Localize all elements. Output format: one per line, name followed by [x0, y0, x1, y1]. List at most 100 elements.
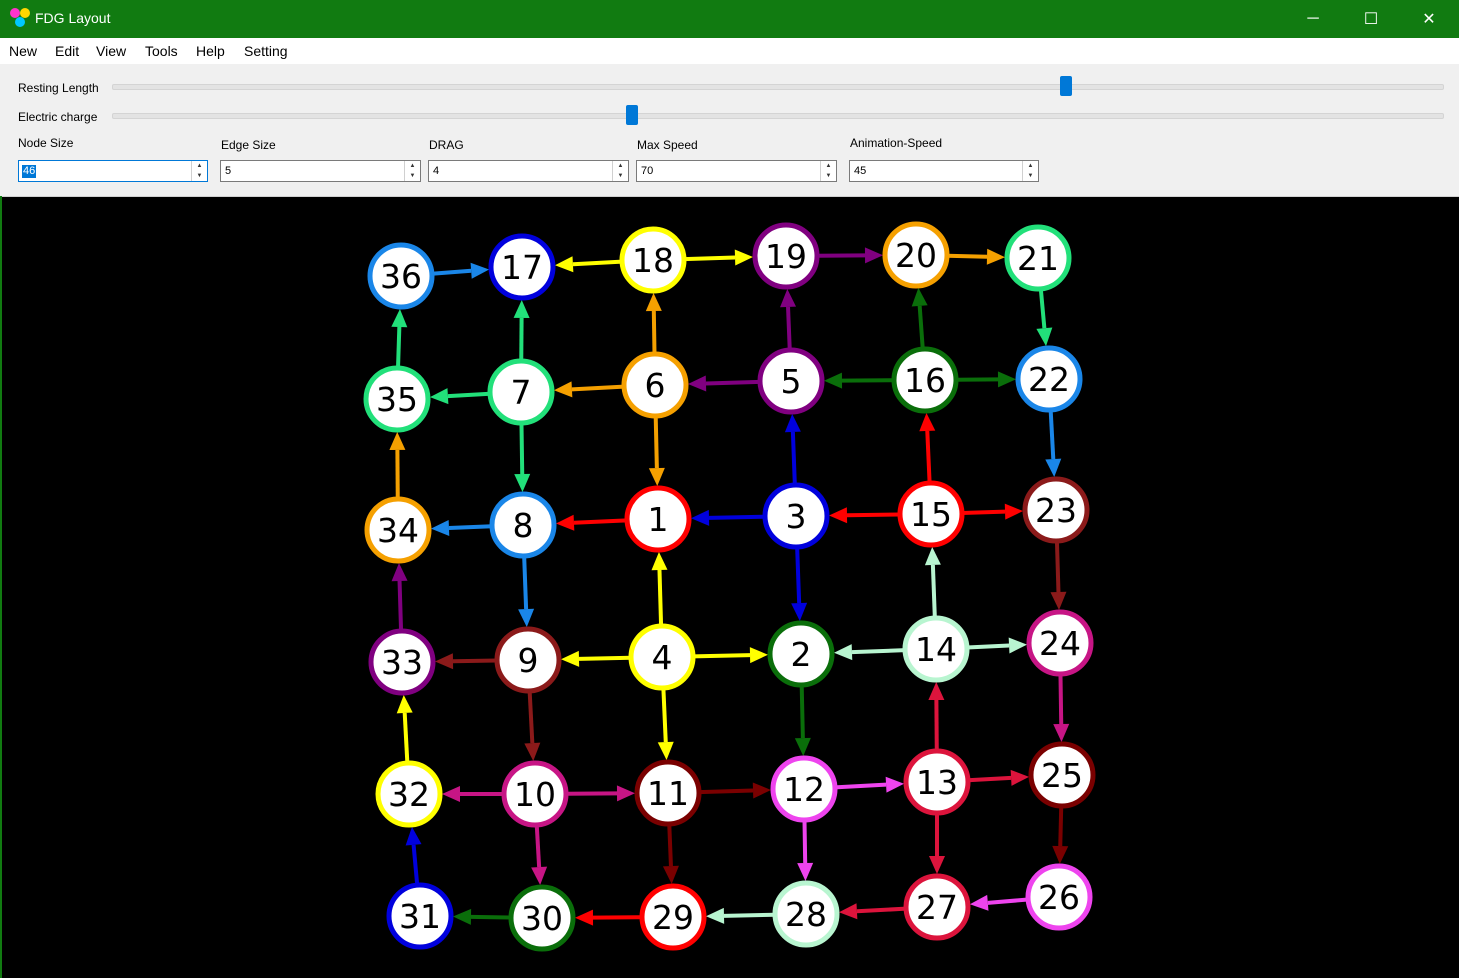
node-circle[interactable]	[762, 482, 830, 550]
node-circle[interactable]	[375, 760, 443, 828]
node-2[interactable]: 2	[767, 620, 835, 688]
animation-speed-spinbox[interactable]: 45 ▲ ▼	[849, 160, 1039, 182]
node-circle[interactable]	[891, 346, 959, 414]
node-15[interactable]: 15	[897, 480, 965, 548]
node-1[interactable]: 1	[624, 485, 692, 553]
node-circle[interactable]	[903, 873, 971, 941]
node-circle[interactable]	[639, 883, 707, 951]
node-circle[interactable]	[489, 491, 557, 559]
node-29[interactable]: 29	[639, 883, 707, 951]
node-36[interactable]: 36	[367, 242, 435, 310]
resting-length-slider-handle[interactable]	[1059, 76, 1072, 96]
resting-length-slider[interactable]	[112, 84, 1444, 90]
node-circle[interactable]	[1025, 863, 1093, 931]
edge-size-up-arrow-icon[interactable]: ▲	[405, 161, 420, 171]
node-32[interactable]: 32	[375, 760, 443, 828]
node-circle[interactable]	[494, 626, 562, 694]
edge-size-spinbox[interactable]: 5 ▲ ▼	[220, 160, 421, 182]
node-7[interactable]: 7	[487, 358, 555, 426]
node-28[interactable]: 28	[772, 880, 840, 948]
node-circle[interactable]	[363, 365, 431, 433]
node-26[interactable]: 26	[1025, 863, 1093, 931]
drag-spinbox[interactable]: 4 ▲ ▼	[428, 160, 629, 182]
node-circle[interactable]	[386, 882, 454, 950]
electric-charge-slider-handle[interactable]	[626, 105, 639, 125]
node-20[interactable]: 20	[882, 221, 950, 289]
node-31[interactable]: 31	[386, 882, 454, 950]
node-circle[interactable]	[628, 623, 696, 691]
node-33[interactable]: 33	[368, 628, 436, 696]
node-circle[interactable]	[1022, 476, 1090, 544]
max-speed-value[interactable]: 70	[641, 165, 653, 178]
node-circle[interactable]	[752, 222, 820, 290]
node-4[interactable]: 4	[628, 623, 696, 691]
node-9[interactable]: 9	[494, 626, 562, 694]
node-circle[interactable]	[508, 884, 576, 952]
maximize-button[interactable]: ☐	[1342, 0, 1400, 38]
close-button[interactable]: ✕	[1400, 0, 1458, 38]
node-circle[interactable]	[1004, 224, 1072, 292]
node-19[interactable]: 19	[752, 222, 820, 290]
animation-speed-down-arrow-icon[interactable]: ▼	[1023, 171, 1038, 181]
node-23[interactable]: 23	[1022, 476, 1090, 544]
node-size-up-arrow-icon[interactable]: ▲	[192, 161, 207, 171]
max-speed-spinbox[interactable]: 70 ▲ ▼	[636, 160, 837, 182]
node-8[interactable]: 8	[489, 491, 557, 559]
node-circle[interactable]	[770, 755, 838, 823]
node-11[interactable]: 11	[634, 759, 702, 827]
edge-size-down-arrow-icon[interactable]: ▼	[405, 171, 420, 181]
node-18[interactable]: 18	[619, 226, 687, 294]
node-16[interactable]: 16	[891, 346, 959, 414]
node-circle[interactable]	[634, 759, 702, 827]
menu-help[interactable]: Help	[196, 43, 225, 59]
drag-down-arrow-icon[interactable]: ▼	[613, 171, 628, 181]
node-size-spinbox[interactable]: 46 ▲ ▼	[18, 160, 208, 182]
electric-charge-slider[interactable]	[112, 113, 1444, 119]
node-circle[interactable]	[903, 748, 971, 816]
node-10[interactable]: 10	[501, 760, 569, 828]
node-30[interactable]: 30	[508, 884, 576, 952]
menu-setting[interactable]: Setting	[244, 43, 288, 59]
node-circle[interactable]	[882, 221, 950, 289]
node-circle[interactable]	[1028, 741, 1096, 809]
node-circle[interactable]	[488, 233, 556, 301]
node-25[interactable]: 25	[1028, 741, 1096, 809]
drag-value[interactable]: 4	[433, 165, 439, 178]
node-27[interactable]: 27	[903, 873, 971, 941]
node-14[interactable]: 14	[902, 615, 970, 683]
max-speed-up-arrow-icon[interactable]: ▲	[821, 161, 836, 171]
node-5[interactable]: 5	[757, 347, 825, 415]
node-6[interactable]: 6	[621, 351, 689, 419]
node-circle[interactable]	[619, 226, 687, 294]
drag-up-arrow-icon[interactable]: ▲	[613, 161, 628, 171]
animation-speed-value[interactable]: 45	[854, 165, 866, 178]
node-24[interactable]: 24	[1026, 609, 1094, 677]
menu-view[interactable]: View	[96, 43, 126, 59]
node-circle[interactable]	[501, 760, 569, 828]
node-circle[interactable]	[757, 347, 825, 415]
node-circle[interactable]	[897, 480, 965, 548]
node-size-value[interactable]: 46	[22, 165, 37, 178]
node-circle[interactable]	[902, 615, 970, 683]
menu-new[interactable]: New	[9, 43, 37, 59]
node-circle[interactable]	[1015, 345, 1083, 413]
node-13[interactable]: 13	[903, 748, 971, 816]
node-21[interactable]: 21	[1004, 224, 1072, 292]
menu-tools[interactable]: Tools	[145, 43, 178, 59]
node-circle[interactable]	[367, 242, 435, 310]
node-circle[interactable]	[621, 351, 689, 419]
node-circle[interactable]	[624, 485, 692, 553]
max-speed-down-arrow-icon[interactable]: ▼	[821, 171, 836, 181]
minimize-button[interactable]: ─	[1284, 0, 1342, 38]
node-34[interactable]: 34	[364, 496, 432, 564]
node-circle[interactable]	[368, 628, 436, 696]
node-12[interactable]: 12	[770, 755, 838, 823]
node-size-down-arrow-icon[interactable]: ▼	[192, 171, 207, 181]
animation-speed-up-arrow-icon[interactable]: ▲	[1023, 161, 1038, 171]
node-3[interactable]: 3	[762, 482, 830, 550]
menu-edit[interactable]: Edit	[55, 43, 79, 59]
node-circle[interactable]	[487, 358, 555, 426]
node-22[interactable]: 22	[1015, 345, 1083, 413]
node-17[interactable]: 17	[488, 233, 556, 301]
node-circle[interactable]	[1026, 609, 1094, 677]
